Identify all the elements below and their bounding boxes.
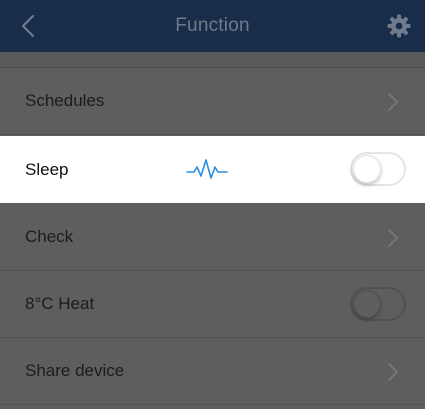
function-screen: Function Schedules Sleep Check 8°C Heat … [0, 0, 425, 409]
sleep-toggle[interactable] [350, 152, 406, 186]
row-label-schedules: Schedules [25, 91, 105, 110]
row-sleep: Sleep [0, 136, 425, 203]
chevron-right-icon [388, 229, 398, 247]
chevron-right-icon [388, 363, 398, 381]
row-8c-heat: 8°C Heat [0, 271, 425, 338]
row-schedules[interactable]: Schedules [0, 68, 425, 135]
row-share-device[interactable]: Share device [0, 338, 425, 405]
back-button[interactable] [14, 12, 42, 40]
page-title: Function [175, 15, 250, 36]
toggle-knob [353, 155, 381, 183]
row-label-share-device: Share device [25, 361, 125, 380]
top-spacer [0, 52, 425, 68]
heat-toggle[interactable] [350, 287, 406, 321]
navigation-bar: Function [0, 0, 425, 52]
settings-button[interactable] [385, 12, 413, 40]
row-label-sleep: Sleep [25, 159, 69, 179]
heartbeat-icon [186, 159, 228, 179]
chevron-right-icon [388, 93, 398, 111]
gear-icon [387, 14, 411, 38]
bottom-background [0, 405, 425, 409]
row-label-check: Check [25, 227, 74, 246]
chevron-left-icon [21, 14, 35, 38]
row-check[interactable]: Check [0, 204, 425, 271]
toggle-knob [353, 290, 381, 318]
row-label-8c-heat: 8°C Heat [25, 294, 95, 313]
